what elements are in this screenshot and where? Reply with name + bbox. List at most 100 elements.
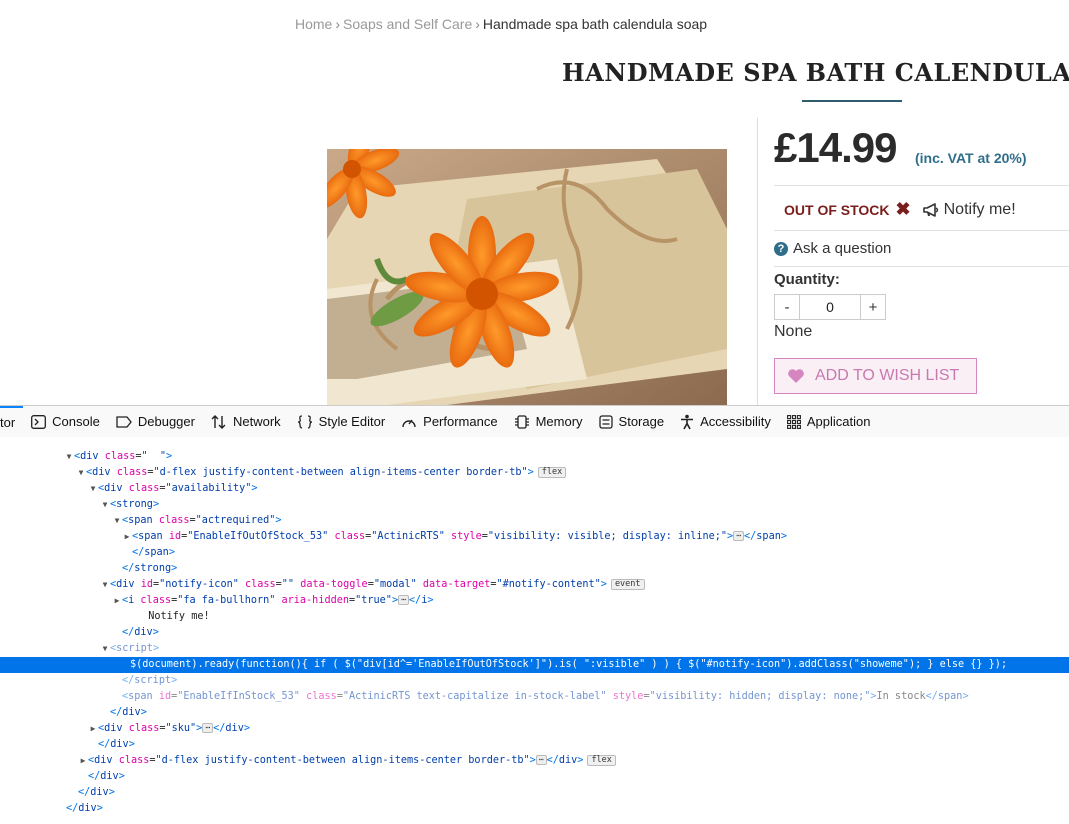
markup-node[interactable]: ▼ <script> — [0, 641, 1069, 657]
add-to-wishlist-button[interactable]: ADD TO WISH LIST — [774, 358, 977, 394]
expand-toggle-icon[interactable]: ▼ — [76, 465, 86, 481]
node-source: <span class="actrequired"> — [122, 515, 282, 526]
markup-node[interactable]: ▶ <i class="fa fa-bullhorn" aria-hidden="… — [0, 593, 1069, 609]
tab-label: Storage — [618, 414, 665, 429]
tab-application[interactable]: Application — [779, 406, 879, 437]
tab-label: Style Editor — [318, 414, 386, 429]
product-image[interactable] — [327, 149, 727, 405]
expand-toggle-icon[interactable]: ▶ — [78, 753, 88, 769]
node-source: </div> — [66, 803, 103, 814]
storage-icon — [598, 414, 613, 429]
quantity-increment-button[interactable]: + — [861, 295, 885, 319]
ask-question-link[interactable]: ? Ask a question — [774, 240, 891, 257]
tab-label: Accessibility — [700, 414, 771, 429]
network-icon — [211, 414, 226, 429]
markup-node[interactable]: </span> — [0, 545, 1069, 561]
markup-node-selected[interactable]: $(document).ready(function(){ if ( $("di… — [0, 657, 1069, 673]
markup-node[interactable]: ▼ <div class=" "> — [0, 449, 1069, 465]
markup-node[interactable]: </div> — [0, 801, 1069, 817]
markup-node[interactable]: </script> — [0, 673, 1069, 689]
markup-node[interactable]: </div> — [0, 625, 1069, 641]
tab-label: Console — [52, 414, 100, 429]
tab-storage[interactable]: Storage — [591, 406, 673, 437]
node-source: </strong> — [122, 563, 178, 574]
product-price: £14.99 — [774, 124, 897, 171]
tab-inspector[interactable]: tor — [0, 406, 24, 437]
notify-me-button[interactable]: Notify me! — [922, 201, 1016, 219]
quantity-input[interactable]: 0 — [799, 295, 861, 319]
expand-toggle-icon[interactable]: ▼ — [100, 641, 110, 657]
expand-toggle-icon[interactable]: ▼ — [100, 497, 110, 513]
markup-node[interactable]: Notify me! — [0, 609, 1069, 625]
memory-icon — [514, 414, 529, 429]
node-source: </div> — [110, 707, 147, 718]
node-source: <div class="availability"> — [98, 483, 258, 494]
breadcrumb-category-link[interactable]: Soaps and Self Care — [343, 16, 472, 32]
chevron-right-icon: › — [335, 16, 341, 32]
markup-node[interactable]: ▼ <strong> — [0, 497, 1069, 513]
tab-network[interactable]: Network — [203, 406, 289, 437]
question-circle-icon: ? — [774, 241, 788, 256]
expand-toggle-icon[interactable]: ▼ — [64, 449, 74, 465]
node-source: <strong> — [110, 499, 160, 510]
page-title: HANDMADE SPA BATH CALENDULA SOAP — [562, 58, 1069, 87]
ask-question-label: Ask a question — [793, 240, 892, 257]
markup-node[interactable]: </div> — [0, 705, 1069, 721]
node-source: </span> — [132, 547, 175, 558]
node-source: <div class="sku"> ⋯ </div> — [98, 723, 250, 734]
accessibility-icon — [681, 414, 694, 429]
tab-debugger[interactable]: Debugger — [108, 406, 203, 437]
markup-node[interactable]: </div> — [0, 769, 1069, 785]
breadcrumb-home-link[interactable]: Home — [295, 16, 332, 32]
quantity-label: Quantity: — [774, 271, 840, 288]
column-divider — [757, 118, 758, 405]
tab-accessibility[interactable]: Accessibility — [672, 406, 779, 437]
markup-node[interactable]: </div> — [0, 785, 1069, 801]
quantity-decrement-button[interactable]: - — [775, 295, 799, 319]
divider — [774, 185, 1069, 186]
markup-node[interactable]: ▼ <div id="notify-icon" class="" data-tog… — [0, 577, 1069, 593]
node-source: <script> — [110, 643, 160, 654]
expand-toggle-icon[interactable]: ▼ — [112, 513, 122, 529]
tab-label: Network — [232, 414, 281, 429]
tab-performance[interactable]: Performance — [393, 406, 505, 437]
console-icon — [31, 414, 47, 429]
markup-node[interactable]: ▶ <span id="EnableIfOutOfStock_53" class=… — [0, 529, 1069, 545]
markup-tree[interactable]: ▼ <div class=" "> ▼ <div class="d-flex just… — [0, 437, 1069, 824]
tab-label: Debugger — [137, 414, 195, 429]
title-underline — [802, 100, 902, 102]
node-source: <i class="fa fa-bullhorn" aria-hidden="t… — [122, 595, 434, 606]
wishlist-label: ADD TO WISH LIST — [815, 367, 960, 384]
availability-row: OUT OF STOCK ✖ Notify me! — [784, 199, 1016, 220]
node-source: </div> — [98, 739, 135, 750]
debugger-icon — [116, 415, 132, 428]
expand-toggle-icon[interactable]: ▼ — [88, 481, 98, 497]
node-source: $(document).ready(function(){ if ( $("di… — [130, 659, 1008, 670]
divider — [774, 266, 1069, 267]
markup-node[interactable]: ▼ <div class="d-flex justify-content-betw… — [0, 465, 1069, 481]
tab-memory[interactable]: Memory — [506, 406, 591, 437]
application-icon — [786, 414, 801, 429]
node-source: <div class="d-flex justify-content-betwe… — [86, 467, 567, 478]
markup-node[interactable]: ▼ <span class="actrequired"> — [0, 513, 1069, 529]
markup-node[interactable]: </strong> — [0, 561, 1069, 577]
expand-toggle-icon[interactable]: ▶ — [122, 529, 132, 545]
node-source: <div id="notify-icon" class="" data-togg… — [110, 579, 645, 590]
node-source: <span id="EnableIfOutOfStock_53" class="… — [132, 531, 787, 542]
heart-icon — [788, 369, 804, 383]
tab-console[interactable]: Console — [23, 406, 108, 437]
markup-node[interactable]: </div> — [0, 737, 1069, 753]
markup-node[interactable]: ▶ <div class="sku"> ⋯ </div> — [0, 721, 1069, 737]
markup-node[interactable]: ▼ <div class="availability"> — [0, 481, 1069, 497]
node-source: </script> — [122, 675, 178, 686]
node-source: Notify me! — [136, 611, 210, 622]
expand-toggle-icon[interactable]: ▼ — [100, 577, 110, 593]
node-source: <div class=" "> — [74, 451, 173, 462]
markup-node[interactable]: ▶ <div class="d-flex justify-content-betw… — [0, 753, 1069, 769]
expand-toggle-icon[interactable]: ▶ — [112, 593, 122, 609]
markup-node[interactable]: <span id="EnableIfInStock_53" class="Act… — [0, 689, 1069, 705]
tab-style-editor[interactable]: Style Editor — [289, 406, 393, 437]
expand-toggle-icon[interactable]: ▶ — [88, 721, 98, 737]
tab-label: tor — [0, 415, 16, 430]
divider — [774, 230, 1069, 231]
